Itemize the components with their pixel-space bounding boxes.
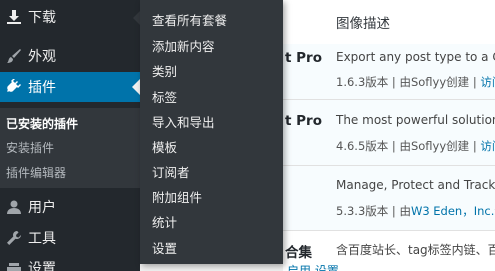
plugin-author: 由Soflyy创建 [399,75,470,89]
plugin-description: The most powerful solution fo [336,113,495,127]
plugins-table: 图像描述 t Pro Export any post type to a CSV… [283,0,495,271]
flyout-item-categories[interactable]: 类别 [152,61,177,80]
plugin-visit-link[interactable]: 访问插 [480,75,495,89]
menu-plugins-label: 插件 [28,80,56,96]
plug-icon [6,79,22,95]
downloads-flyout-menu: 查看所有套餐 添加新内容 类别 标签 导入和导出 模板 订阅者 附加组件 统计 … [140,0,283,264]
flyout-item-tags[interactable]: 标签 [152,87,177,106]
plugin-description: Manage, Protect and Track file [336,178,495,192]
plugin-version: 4.6.5版本 [336,139,389,153]
submenu-installed-plugins[interactable]: 已安装的插件 [6,115,78,132]
plugins-submenu: 已安装的插件 安装插件 插件编辑器 [0,108,140,188]
plugin-name: t Pro [285,113,322,129]
user-icon [6,199,22,215]
menu-appearance[interactable]: 外观 [0,41,140,71]
flyout-item-settings[interactable]: 设置 [152,238,177,257]
submenu-add-plugins[interactable]: 安装插件 [6,139,54,156]
menu-users-label: 用户 [28,200,56,216]
menu-tools-label: 工具 [28,231,56,247]
table-row: 合集 含百度站长、tag标签内链、百 启用 设置 [283,231,495,271]
description-column-header[interactable]: 图像描述 [336,12,390,32]
flyout-item-stats[interactable]: 统计 [152,212,177,231]
download-icon [6,9,22,25]
admin-sidebar: 下载 外观 插件 已安装的插件 安装插件 插件编辑器 用户 工具 设置 [0,0,140,271]
plugin-name: 合集 [285,245,312,261]
menu-plugins[interactable]: 插件 [0,72,140,102]
settings-icon [6,260,22,271]
table-row: t Pro Export any post type to a CSV o 1.… [283,44,495,100]
flyout-item-import-export[interactable]: 导入和导出 [152,112,215,131]
plugin-actions[interactable]: 启用 设置 [287,262,339,271]
menu-downloads[interactable]: 下载 [0,2,140,32]
plugin-version: 5.3.3版本 [336,204,389,218]
plugin-meta: 4.6.5版本 | 由Soflyy创建 | 访问插 [336,138,495,154]
submenu-plugin-editor[interactable]: 插件编辑器 [6,164,66,181]
plugin-description: Export any post type to a CSV o [336,50,495,64]
table-row: Manage, Protect and Track file 5.3.3版本 |… [283,166,495,231]
plugin-name: t Pro [285,50,322,66]
plugin-description: 含百度站长、tag标签内链、百 [336,243,495,257]
plugin-visit-link[interactable]: 访问插 [480,139,495,153]
table-row: t Pro The most powerful solution fo 4.6.… [283,100,495,166]
flyout-item-addons[interactable]: 附加组件 [152,187,202,206]
flyout-item-all-packages[interactable]: 查看所有套餐 [152,10,227,29]
menu-users[interactable]: 用户 [0,192,140,222]
menu-settings-label: 设置 [28,261,56,271]
menu-downloads-label: 下载 [28,10,56,26]
wrench-icon [6,230,22,246]
plugin-meta: 5.3.3版本 | 由W3 Eden，Inc.创建 [336,203,495,219]
wp-admin-plugins-page: 下载 外观 插件 已安装的插件 安装插件 插件编辑器 用户 工具 设置 图像描述… [0,0,495,271]
flyout-item-subscribers[interactable]: 订阅者 [152,162,190,181]
flyout-item-templates[interactable]: 模板 [152,137,177,156]
plugin-version: 1.6.3版本 [336,75,389,89]
menu-appearance-label: 外观 [28,49,56,65]
menu-tools[interactable]: 工具 [0,223,140,253]
plugin-author-prefix: 由 [399,204,411,218]
menu-settings[interactable]: 设置 [0,253,140,271]
flyout-item-add-new[interactable]: 添加新内容 [152,36,215,55]
plugin-author: 由Soflyy创建 [399,139,470,153]
plugin-author-link[interactable]: W3 Eden，Inc. [411,204,494,218]
plugin-meta: 1.6.3版本 | 由Soflyy创建 | 访问插 [336,74,495,90]
paintbrush-icon [6,48,22,64]
table-header: 图像描述 [283,0,495,45]
